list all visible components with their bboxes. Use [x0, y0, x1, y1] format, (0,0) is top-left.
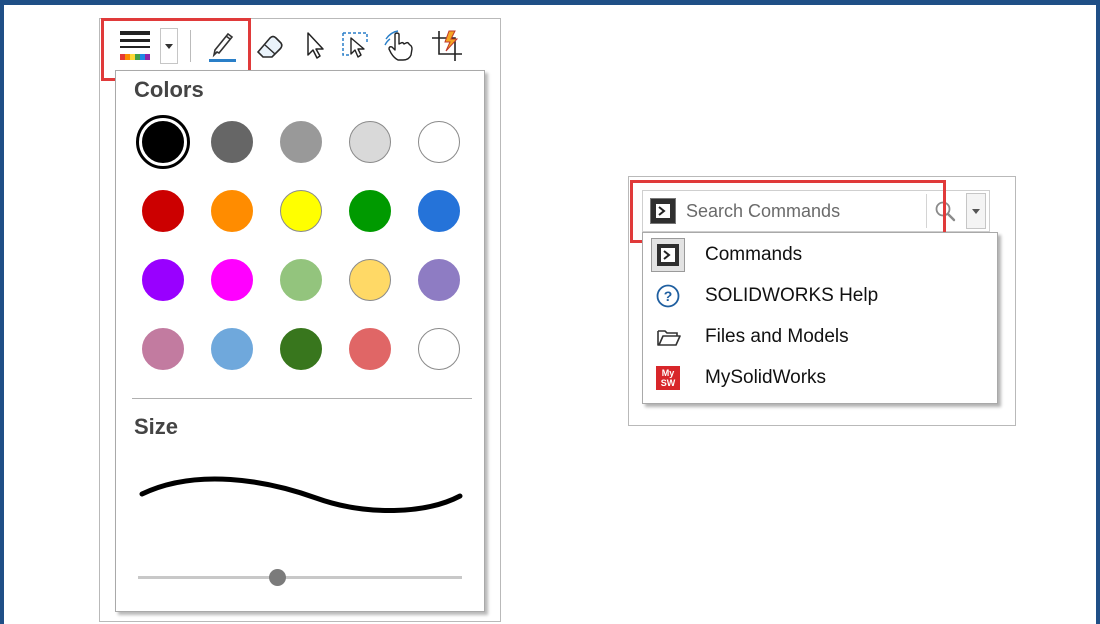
folder-icon [657, 330, 681, 346]
color-swatch[interactable] [349, 328, 391, 370]
color-swatch[interactable] [349, 190, 391, 232]
help-icon: ? [656, 284, 680, 308]
pen-button[interactable] [204, 24, 240, 68]
pen-icon [209, 32, 236, 62]
color-swatch[interactable] [418, 190, 460, 232]
chevron-down-icon [165, 43, 173, 49]
size-slider-thumb[interactable] [268, 569, 286, 586]
search-button[interactable] [930, 196, 960, 226]
menu-item-files-and-models[interactable]: Files and Models [643, 317, 997, 357]
touch-hand-icon [384, 30, 413, 61]
size-heading: Size [134, 414, 179, 439]
chevron-down-icon [972, 208, 980, 214]
crop-button[interactable] [428, 24, 466, 68]
mysolidworks-icon-text-top: My [661, 368, 675, 378]
lasso-select-button[interactable] [338, 24, 374, 68]
color-swatch[interactable] [349, 121, 391, 163]
search-icon [935, 201, 956, 222]
crop-icon [432, 30, 462, 61]
color-swatch[interactable] [280, 259, 322, 301]
mysolidworks-icon-text-bottom: SW [660, 378, 676, 388]
selected-swatch-ring [136, 115, 190, 169]
menu-item-label: Files and Models [705, 326, 849, 347]
color-swatch[interactable] [349, 259, 391, 301]
prompt-chevron-icon [656, 204, 670, 218]
color-swatch[interactable] [280, 121, 322, 163]
command-prompt-icon [651, 238, 685, 272]
stroke-size-preview [139, 476, 463, 514]
frame-right-border [1096, 0, 1100, 624]
color-swatch[interactable] [211, 259, 253, 301]
menu-item-solidworks-help[interactable]: ? SOLIDWORKS Help [643, 276, 997, 316]
touch-button[interactable] [382, 24, 418, 68]
toolbar-separator [190, 30, 191, 62]
search-commands-input[interactable] [686, 198, 922, 224]
eraser-button[interactable] [252, 24, 288, 68]
svg-text:?: ? [664, 288, 673, 304]
menu-item-mysolidworks[interactable]: My SW MySolidWorks [643, 358, 997, 398]
color-swatch[interactable] [211, 328, 253, 370]
menu-item-label: Commands [705, 244, 803, 265]
color-swatch[interactable] [142, 328, 184, 370]
menu-item-commands[interactable]: Commands [643, 235, 997, 275]
search-scope-menu: Commands ? SOLIDWORKS Help Files and Mod… [642, 232, 998, 404]
cursor-arrow-icon [307, 32, 324, 59]
color-swatch[interactable] [418, 259, 460, 301]
frame-top-border [0, 0, 1100, 5]
menu-item-label: SOLIDWORKS Help [705, 285, 879, 306]
ink-toolbar [112, 24, 482, 68]
lasso-select-icon [342, 32, 368, 58]
color-swatch[interactable] [142, 259, 184, 301]
color-swatch[interactable] [418, 328, 460, 370]
color-swatch[interactable] [280, 328, 322, 370]
command-prompt-icon[interactable] [650, 198, 676, 224]
select-button[interactable] [298, 24, 332, 68]
mysolidworks-icon: My SW [656, 366, 680, 390]
color-swatch[interactable] [418, 121, 460, 163]
color-swatch[interactable] [211, 190, 253, 232]
line-style-icon [120, 31, 150, 60]
menu-item-label: MySolidWorks [705, 367, 827, 388]
panel-divider [132, 398, 472, 399]
color-swatch[interactable] [211, 121, 253, 163]
search-field-separator [926, 194, 927, 228]
line-style-button[interactable] [115, 24, 155, 68]
colors-heading: Colors [134, 77, 204, 102]
search-options-dropdown[interactable] [966, 193, 986, 229]
eraser-icon [256, 35, 283, 58]
color-swatch[interactable] [142, 190, 184, 232]
line-style-dropdown-button[interactable] [156, 24, 182, 68]
color-swatch[interactable] [280, 190, 322, 232]
frame-left-border [0, 0, 4, 624]
size-slider-track[interactable] [138, 576, 462, 579]
